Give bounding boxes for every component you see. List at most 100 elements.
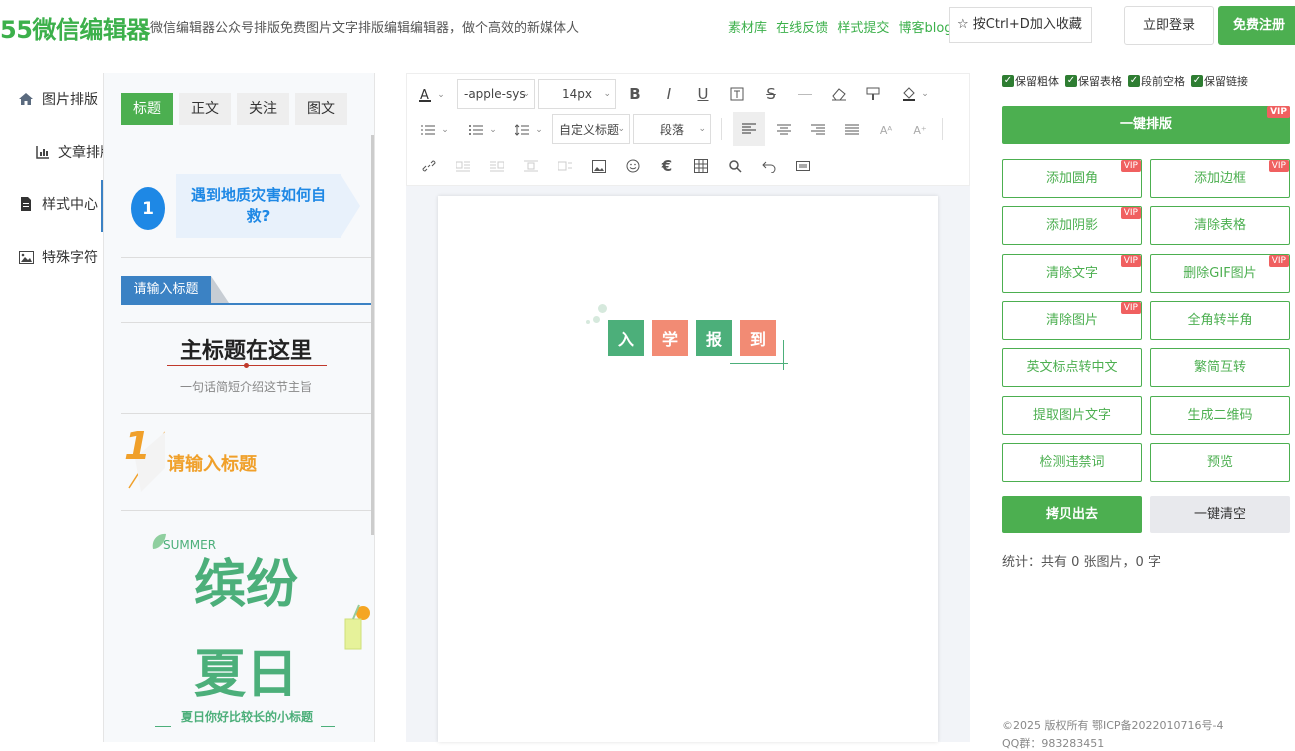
- op-button-label: 清除文字: [1045, 265, 1098, 281]
- op-button[interactable]: 全角转半角: [1150, 300, 1290, 340]
- style-item-summer[interactable]: SUMMER 缤纷 夏日 夏日你好比较长的小标题: [121, 511, 371, 742]
- paragraph-select[interactable]: 段落 ⌄: [633, 114, 711, 144]
- text-box-button[interactable]: [725, 82, 749, 106]
- tab-body[interactable]: 正文: [179, 93, 231, 125]
- heading-style-select[interactable]: 自定义标题 ⌄: [552, 114, 630, 144]
- align-right-button[interactable]: [805, 117, 831, 143]
- font-color-button[interactable]: A ⌄: [417, 82, 445, 108]
- decor-dot: [586, 320, 590, 324]
- emoji-button[interactable]: [621, 154, 645, 178]
- op-button[interactable]: 清除表格: [1150, 206, 1290, 246]
- op-button-label: 生成二维码: [1187, 407, 1253, 423]
- indent-checkbox[interactable]: ✓ 段前空格: [1128, 73, 1185, 89]
- float-right-button[interactable]: [485, 154, 509, 178]
- keep-table-checkbox[interactable]: ✓ 保留表格: [1065, 73, 1122, 89]
- style-item-slash-heading[interactable]: 1 请输入标题: [121, 414, 371, 511]
- op-button[interactable]: 繁简互转: [1150, 348, 1290, 388]
- panel-scrollbar[interactable]: [371, 135, 374, 535]
- strikethrough-button[interactable]: S: [759, 82, 783, 106]
- format-painter-button[interactable]: [861, 82, 885, 106]
- align-left-button[interactable]: [733, 112, 765, 146]
- link-icon: [422, 160, 436, 172]
- horizontal-rule-button[interactable]: [793, 82, 817, 106]
- background-color-button[interactable]: ⌄: [897, 82, 933, 106]
- title-rule-dot: [244, 363, 249, 368]
- html-source-button[interactable]: [791, 154, 815, 178]
- op-button[interactable]: 生成二维码: [1150, 395, 1290, 435]
- op-button[interactable]: 删除GIF图片 VIP: [1150, 253, 1290, 293]
- tab-image-text[interactable]: 图文: [295, 93, 347, 125]
- float-left-button[interactable]: [451, 154, 475, 178]
- insert-table-button[interactable]: [689, 154, 713, 178]
- align-center-button[interactable]: [771, 117, 797, 143]
- image-icon: [18, 249, 34, 265]
- op-button[interactable]: 英文标点转中文: [1002, 348, 1142, 388]
- site-logo[interactable]: 55微信编辑器: [0, 10, 150, 45]
- add-favorite-button[interactable]: ☆ 按Ctrl+D加入收藏: [949, 7, 1092, 43]
- find-replace-icon: [729, 160, 742, 173]
- link-blog[interactable]: 博客blog: [898, 21, 952, 36]
- letter-spacing-button[interactable]: Aᴬ: [873, 117, 899, 143]
- op-button-label: 添加阴影: [1045, 218, 1098, 234]
- link-feedback[interactable]: 在线反馈: [776, 21, 828, 36]
- op-button-label: 添加圆角: [1045, 171, 1098, 186]
- copy-out-button[interactable]: 拷贝出去: [1002, 496, 1142, 533]
- nav-item-style-center[interactable]: 样式中心: [0, 184, 103, 224]
- op-button[interactable]: 预览: [1150, 442, 1290, 482]
- clear-all-button[interactable]: 一键清空: [1150, 496, 1290, 533]
- checkmark-icon: ✓: [1128, 75, 1140, 87]
- font-size-select[interactable]: 14px ⌄: [538, 79, 616, 109]
- unordered-list-button[interactable]: ⌄: [465, 117, 501, 143]
- nav-item-article-layout[interactable]: 文章排版: [0, 132, 103, 172]
- style-panel: 标题 正文 关注 图文 1 遇到地质灾害如何自救? 请输入标题 主标题在这里 一…: [103, 73, 375, 742]
- checkbox-label: 保留粗体: [1015, 75, 1059, 88]
- find-replace-button[interactable]: [723, 154, 747, 178]
- editor-content-area[interactable]: 入 学 报 到: [438, 196, 938, 742]
- clear-format-button[interactable]: [827, 82, 851, 106]
- ordered-list-button[interactable]: ⌄: [417, 117, 453, 143]
- link-button[interactable]: [417, 154, 441, 178]
- login-button[interactable]: 立即登录: [1124, 6, 1214, 45]
- op-button[interactable]: 清除文字 VIP: [1002, 253, 1142, 293]
- insert-image-button[interactable]: [587, 154, 611, 178]
- one-click-format-button[interactable]: 一键排版 VIP: [1002, 106, 1290, 144]
- caption-rule-right: [321, 726, 335, 727]
- slash-number: 1: [124, 424, 151, 468]
- op-button[interactable]: 清除图片 VIP: [1002, 300, 1142, 340]
- underline-button[interactable]: U: [691, 82, 715, 106]
- chevron-down-icon: ⌄: [698, 124, 706, 134]
- bold-button[interactable]: B: [623, 82, 647, 106]
- op-button[interactable]: 检测违禁词: [1002, 442, 1142, 482]
- nav-item-special-chars[interactable]: 特殊字符: [0, 237, 103, 277]
- italic-button[interactable]: I: [657, 82, 681, 106]
- float-none-button[interactable]: [553, 154, 577, 178]
- font-family-select[interactable]: -apple-sys ⌄: [457, 79, 535, 109]
- chevron-down-icon: ⌄: [921, 89, 929, 99]
- line-height-button[interactable]: ⌄: [511, 117, 547, 143]
- link-materials[interactable]: 素材库: [728, 21, 767, 36]
- op-button[interactable]: 添加圆角 VIP: [1002, 159, 1142, 198]
- special-symbol-button[interactable]: €: [655, 154, 679, 178]
- style-item-tag-heading[interactable]: 请输入标题: [121, 258, 371, 323]
- qq-group-text: QQ群：983283451: [1002, 737, 1105, 750]
- keep-link-checkbox[interactable]: ✓ 保留链接: [1191, 73, 1248, 89]
- op-button[interactable]: 提取图片文字: [1002, 395, 1142, 435]
- undo-icon: [762, 161, 776, 173]
- op-button[interactable]: 添加边框 VIP: [1150, 159, 1290, 198]
- font-size-value: 14px: [562, 87, 592, 101]
- style-item-main-title[interactable]: 主标题在这里 一句话简短介绍这节主旨: [121, 323, 371, 414]
- float-center-button[interactable]: [519, 154, 543, 178]
- style-item-numbered-heading[interactable]: 1 遇到地质灾害如何自救?: [121, 158, 371, 258]
- keep-bold-checkbox[interactable]: ✓ 保留粗体: [1002, 73, 1059, 89]
- heading-char: 到: [740, 320, 776, 356]
- tab-title[interactable]: 标题: [121, 93, 173, 125]
- op-button[interactable]: 添加阴影 VIP: [1002, 206, 1142, 246]
- undo-button[interactable]: [757, 154, 781, 178]
- align-justify-button[interactable]: [839, 117, 865, 143]
- register-button[interactable]: 免费注册: [1218, 6, 1295, 45]
- decor-dot: [593, 316, 600, 323]
- link-submit-style[interactable]: 样式提交: [837, 21, 889, 36]
- tab-follow[interactable]: 关注: [237, 93, 289, 125]
- nav-item-image-layout[interactable]: 图片排版: [0, 79, 103, 119]
- font-scale-button[interactable]: A⁺: [907, 117, 933, 143]
